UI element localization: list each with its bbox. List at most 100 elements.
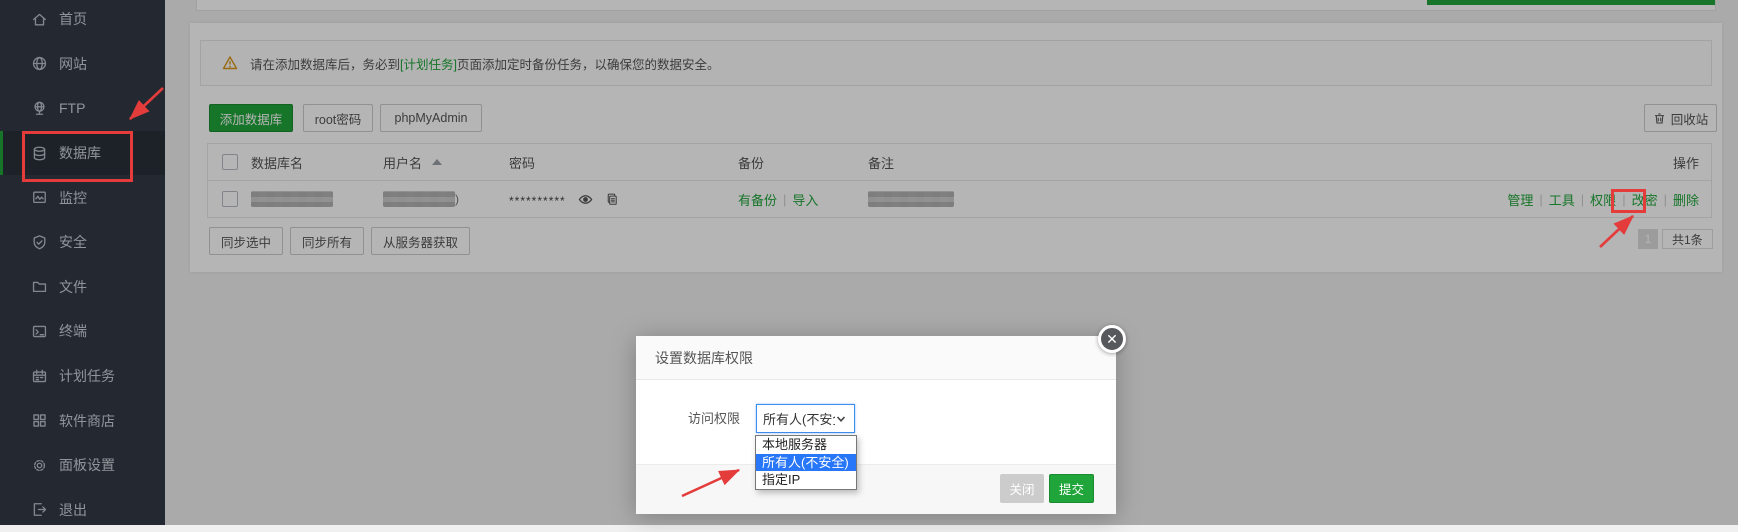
backup-status-link[interactable]: 有备份 [738, 190, 777, 209]
row-actions: 管理 | 工具 | 权限 | 改密 | 删除 [1507, 181, 1699, 217]
modal-close-button[interactable]: 关闭 [1000, 474, 1044, 503]
get-from-server-button[interactable]: 从服务器获取 [371, 227, 470, 255]
separator: | [1664, 192, 1667, 207]
note-redacted [868, 191, 954, 207]
notice-suffix: 页面添加定时备份任务，以确保您的数据安全。 [457, 58, 720, 72]
sidebar-item-files[interactable]: 文件 [0, 265, 165, 310]
sidebar-item-label: 软件商店 [59, 411, 115, 431]
sidebar-item-label: 面板设置 [59, 455, 115, 475]
username-redacted [383, 191, 455, 207]
chevron-down-icon [835, 413, 847, 425]
separator: | [1539, 192, 1542, 207]
sidebar-item-label: 网站 [59, 54, 87, 74]
appstore-grid-icon [31, 412, 48, 429]
sidebar-item-cron[interactable]: 计划任务 [0, 354, 165, 399]
folder-icon [31, 278, 48, 295]
terminal-icon [31, 323, 48, 340]
sidebar-item-terminal[interactable]: 终端 [0, 309, 165, 354]
pagination-total: 共1条 [1662, 229, 1713, 249]
sidebar-item-settings[interactable]: 面板设置 [0, 443, 165, 488]
set-permission-modal: 设置数据库权限 访问权限 所有人(不安全) 本地服务器 所有人(不安全) 指定I… [636, 336, 1116, 514]
sort-asc-icon[interactable] [432, 159, 442, 165]
select-value: 所有人(不安全) [757, 409, 835, 428]
header-note: 备注 [868, 144, 894, 180]
separator: | [783, 192, 786, 207]
sidebar-item-website[interactable]: 网站 [0, 42, 165, 87]
sidebar-item-database[interactable]: 数据库 [0, 131, 165, 176]
header-username[interactable]: 用户名 [383, 144, 442, 180]
sidebar-item-security[interactable]: 安全 [0, 220, 165, 265]
add-database-button[interactable]: 添加数据库 [209, 104, 293, 132]
website-icon [31, 55, 48, 72]
sidebar-item-label: 首页 [59, 9, 87, 29]
modal-header: 设置数据库权限 [636, 336, 1116, 380]
sidebar-item-label: FTP [59, 100, 85, 116]
permission-link[interactable]: 权限 [1590, 190, 1616, 209]
header-action: 操作 [1673, 144, 1699, 180]
trash-icon [1653, 112, 1666, 125]
calendar-icon [31, 368, 48, 385]
sidebar-item-label: 终端 [59, 321, 87, 341]
content-panel: 请在添加数据库后，务必到[计划任务]页面添加定时备份任务，以确保您的数据安全。 … [190, 23, 1722, 272]
ftp-icon [31, 100, 48, 117]
sync-all-button[interactable]: 同步所有 [290, 227, 364, 255]
notice-prefix: 请在添加数据库后，务必到 [250, 58, 400, 72]
manage-link[interactable]: 管理 [1507, 190, 1533, 209]
header-database-name[interactable]: 数据库名 [251, 144, 303, 180]
monitor-icon [31, 189, 48, 206]
sync-selected-button[interactable]: 同步选中 [209, 227, 283, 255]
sidebar: 首页 网站 FTP 数据库 监控 安全 文件 终端 [0, 0, 165, 525]
select-all-checkbox[interactable] [222, 154, 238, 170]
gear-icon [31, 457, 48, 474]
sidebar-item-label: 计划任务 [59, 366, 115, 386]
security-shield-icon [31, 234, 48, 251]
masked-password: ********** [509, 190, 566, 208]
sidebar-item-monitor[interactable]: 监控 [0, 175, 165, 220]
modal-submit-button[interactable]: 提交 [1049, 474, 1094, 503]
option-everyone-unsafe[interactable]: 所有人(不安全) [756, 454, 856, 472]
database-name-redacted [251, 191, 333, 207]
sidebar-item-ftp[interactable]: FTP [0, 86, 165, 131]
cron-page-link[interactable]: [计划任务] [400, 58, 457, 72]
recycle-bin-label: 回收站 [1671, 109, 1709, 128]
separator: | [1622, 192, 1625, 207]
select-dropdown-list: 本地服务器 所有人(不安全) 指定IP [755, 435, 857, 490]
row-checkbox[interactable] [222, 191, 238, 207]
database-icon [31, 145, 48, 162]
home-icon [31, 11, 48, 28]
top-cutoff-green-bar [1427, 0, 1715, 5]
warning-triangle-icon [222, 55, 238, 71]
delete-link[interactable]: 删除 [1673, 190, 1699, 209]
sidebar-item-label: 数据库 [59, 143, 101, 163]
option-local-server[interactable]: 本地服务器 [756, 436, 856, 454]
separator: | [1581, 192, 1584, 207]
sidebar-item-label: 文件 [59, 277, 87, 297]
backup-notice: 请在添加数据库后，务必到[计划任务]页面添加定时备份任务，以确保您的数据安全。 [200, 40, 1712, 86]
modal-title: 设置数据库权限 [655, 336, 753, 380]
change-password-link[interactable]: 改密 [1632, 190, 1658, 209]
sidebar-item-home[interactable]: 首页 [0, 0, 165, 42]
sidebar-item-appstore[interactable]: 软件商店 [0, 398, 165, 443]
access-permission-select[interactable]: 所有人(不安全) [756, 404, 855, 433]
copy-password-icon[interactable] [605, 192, 618, 206]
show-password-eye-icon[interactable] [578, 192, 593, 207]
table-header: 数据库名 用户名 密码 备份 备注 操作 [208, 144, 1711, 181]
pagination-page-1[interactable]: 1 [1638, 229, 1658, 249]
notice-text: 请在添加数据库后，务必到[计划任务]页面添加定时备份任务，以确保您的数据安全。 [250, 54, 719, 73]
sidebar-item-label: 退出 [59, 500, 87, 520]
sidebar-item-logout[interactable]: 退出 [0, 488, 165, 532]
root-password-button[interactable]: root密码 [303, 104, 373, 132]
import-link[interactable]: 导入 [792, 190, 818, 209]
database-table: 数据库名 用户名 密码 备份 备注 操作 ) ********** [207, 143, 1712, 218]
sidebar-item-label: 安全 [59, 232, 87, 252]
modal-close-x-icon[interactable]: ✕ [1098, 325, 1126, 353]
option-specified-ip[interactable]: 指定IP [756, 471, 856, 489]
tools-link[interactable]: 工具 [1549, 190, 1575, 209]
logout-icon [31, 501, 48, 518]
modal-footer [636, 464, 1116, 514]
sidebar-item-label: 监控 [59, 188, 87, 208]
header-backup: 备份 [738, 144, 764, 180]
phpmyadmin-button[interactable]: phpMyAdmin [380, 104, 482, 132]
username-suffix: ) [455, 192, 459, 206]
recycle-bin-button[interactable]: 回收站 [1644, 104, 1717, 132]
